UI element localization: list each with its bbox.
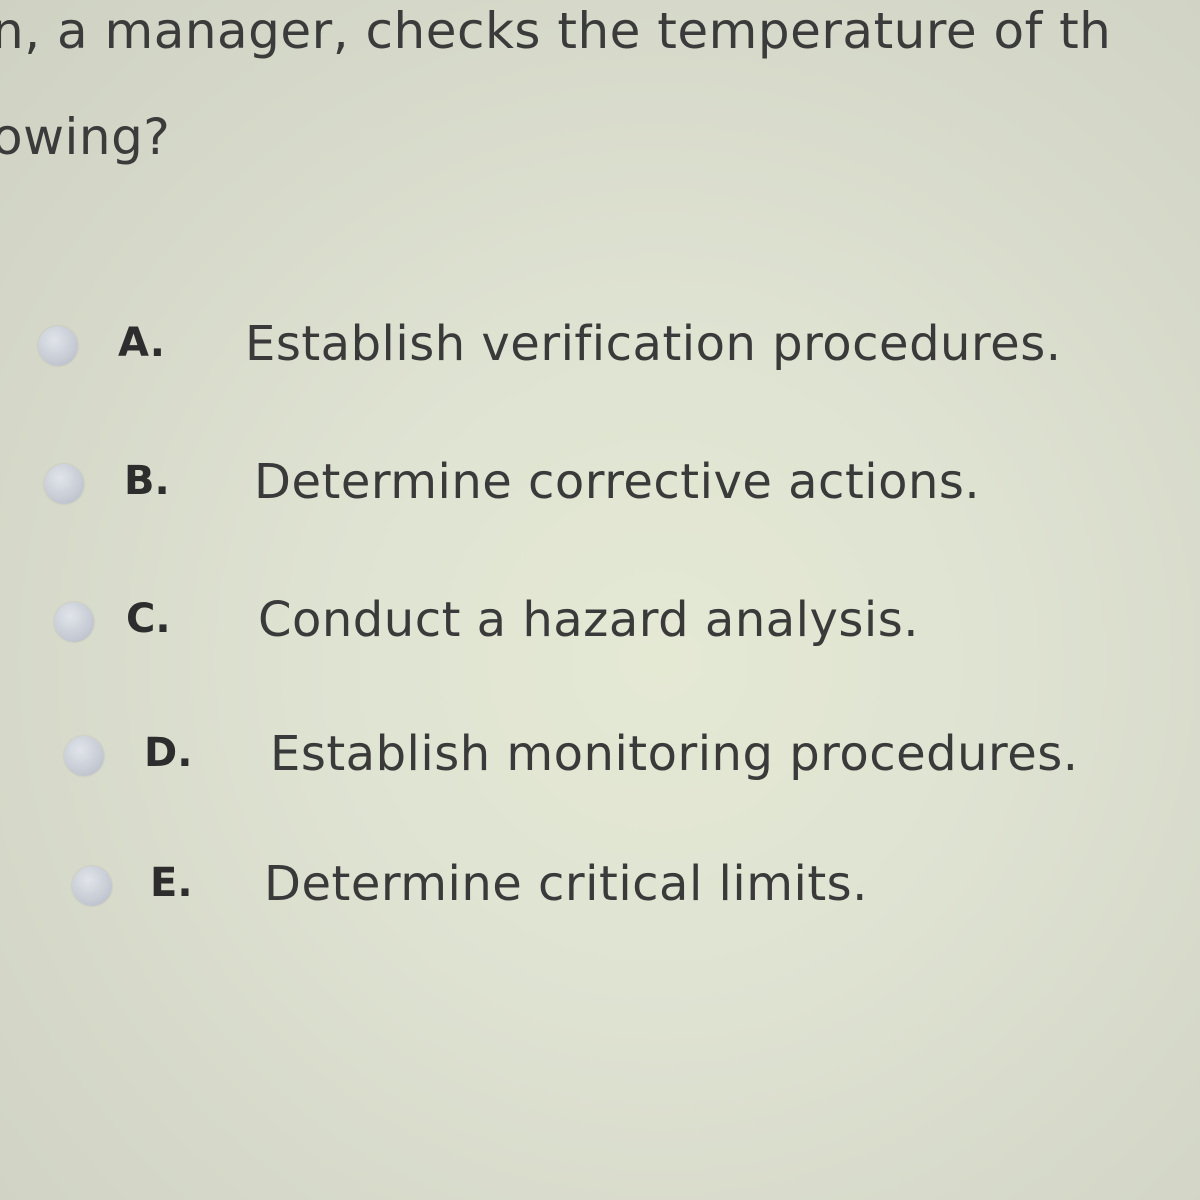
question-line-1: n, a manager, checks the temperature of …: [0, 2, 1112, 60]
radio-button-c[interactable]: [54, 602, 94, 642]
option-text-b[interactable]: Determine corrective actions.: [254, 454, 980, 510]
radio-button-e[interactable]: [72, 866, 112, 906]
option-letter-a: A.: [118, 320, 165, 366]
option-text-a[interactable]: Establish verification procedures.: [245, 316, 1061, 372]
option-text-d[interactable]: Establish monitoring procedures.: [270, 726, 1079, 782]
option-text-c[interactable]: Conduct a hazard analysis.: [258, 592, 919, 648]
radio-button-b[interactable]: [44, 464, 84, 504]
radio-button-a[interactable]: [38, 326, 78, 366]
option-letter-d: D.: [144, 730, 193, 776]
option-text-e[interactable]: Determine critical limits.: [264, 856, 868, 912]
radio-button-d[interactable]: [64, 736, 104, 776]
option-letter-c: C.: [126, 596, 171, 642]
option-letter-e: E.: [150, 860, 193, 906]
option-letter-b: B.: [124, 458, 170, 504]
question-line-2: owing?: [0, 108, 171, 166]
